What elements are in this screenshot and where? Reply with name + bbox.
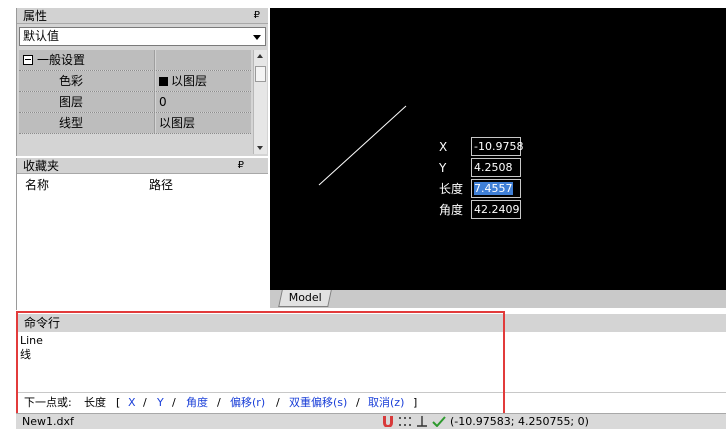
option-separator: / — [217, 396, 221, 409]
property-value[interactable]: 以图层 — [159, 71, 207, 91]
option-separator: / — [356, 396, 360, 409]
scroll-down-icon[interactable] — [257, 146, 263, 150]
option-separator: / — [172, 396, 176, 409]
color-swatch-icon — [159, 77, 168, 86]
property-value[interactable]: 0 — [159, 92, 167, 112]
coord-y-input[interactable]: 4.2508 — [471, 158, 521, 177]
magnet-icon[interactable] — [381, 416, 395, 427]
command-history: Line 线 — [16, 332, 726, 392]
scroll-thumb[interactable] — [255, 66, 266, 82]
tab-model[interactable]: Model — [278, 290, 332, 307]
option-double-offset[interactable]: 双重偏移(s) — [289, 393, 347, 413]
favorites-title: 收藏夹 — [23, 159, 60, 173]
scroll-up-icon[interactable] — [257, 54, 263, 58]
layout-tab-bar: Model — [270, 290, 726, 308]
angle-input[interactable]: 42.2409 — [471, 200, 521, 219]
length-input[interactable]: 7.4557 — [471, 179, 521, 198]
pin-icon[interactable]: ₽ — [254, 8, 260, 24]
properties-title: 属性 — [23, 9, 48, 23]
property-row-linetype[interactable]: 线型 以图层 — [19, 113, 251, 134]
command-line-header: 命令行 — [16, 314, 726, 332]
history-line: 线 — [20, 348, 31, 361]
prompt-label: 下一点或: — [24, 396, 72, 409]
status-bar: New1.dxf (-10.97583; 4.250755; 0) — [16, 413, 726, 429]
option-separator: / — [276, 396, 280, 409]
angle-label: 角度 — [439, 203, 464, 217]
column-header-path[interactable]: 路径 — [149, 176, 173, 194]
property-label: 线型 — [59, 116, 84, 130]
history-line: Line — [20, 334, 43, 347]
property-value[interactable]: 以图层 — [159, 113, 195, 133]
property-grid: 一般设置 色彩 以图层 图层 0 线型 以图层 — [19, 50, 251, 150]
option-angle[interactable]: 角度 — [186, 393, 208, 413]
drawn-line — [318, 105, 407, 186]
option-separator: / — [143, 396, 147, 409]
status-coordinates: (-10.97583; 4.250755; 0) — [450, 415, 589, 428]
file-name: New1.dxf — [22, 415, 74, 428]
bracket-open: [ — [116, 396, 121, 409]
property-section-row[interactable]: 一般设置 — [19, 50, 251, 71]
properties-scrollbar[interactable] — [253, 50, 267, 154]
coord-x-input[interactable]: -10.9758 — [471, 137, 523, 156]
dropdown-value: 默认值 — [23, 29, 60, 43]
properties-filter-dropdown[interactable]: 默认值 — [19, 27, 266, 46]
window-top-frame — [0, 0, 726, 8]
prompt-current-option: 长度 — [84, 396, 106, 409]
length-label: 长度 — [439, 182, 464, 196]
snap-check-icon[interactable] — [432, 416, 446, 427]
property-row-color[interactable]: 色彩 以图层 — [19, 71, 251, 92]
coord-y-label: Y — [439, 161, 447, 175]
coord-x-label: X — [439, 140, 448, 154]
ortho-icon[interactable] — [416, 416, 428, 427]
command-prompt[interactable]: 下一点或: 长度 [ X / Y / 角度 / 偏移(r) / 双重偏移(s) … — [16, 392, 726, 412]
properties-panel: 属性 ₽ 默认值 一般设置 色彩 以图层 图层 0 线型 以图层 — [16, 8, 268, 156]
favorites-panel: 收藏夹 ₽ 名称 路径 — [16, 158, 268, 310]
option-cancel[interactable]: 取消(z) — [368, 393, 404, 413]
chevron-down-icon[interactable] — [253, 35, 261, 40]
drawing-canvas[interactable]: X -10.9758 Y 4.2508 长度 7.4557 角度 42.2409 — [270, 8, 726, 290]
grid-icon[interactable] — [398, 416, 412, 427]
bracket-close: ] — [413, 396, 418, 409]
property-label: 图层 — [59, 95, 84, 109]
option-offset[interactable]: 偏移(r) — [230, 393, 265, 413]
option-x[interactable]: X — [128, 393, 136, 413]
command-line-title: 命令行 — [24, 316, 61, 330]
option-y[interactable]: Y — [157, 393, 164, 413]
section-label: 一般设置 — [37, 53, 86, 67]
property-label: 色彩 — [59, 74, 84, 88]
property-row-layer[interactable]: 图层 0 — [19, 92, 251, 113]
pin-icon[interactable]: ₽ — [238, 158, 244, 174]
favorites-header: 收藏夹 ₽ — [17, 158, 268, 174]
properties-header: 属性 ₽ — [17, 8, 268, 24]
column-header-name[interactable]: 名称 — [25, 176, 49, 194]
collapse-icon[interactable] — [23, 55, 33, 65]
favorites-column-headers: 名称 路径 — [17, 176, 268, 194]
